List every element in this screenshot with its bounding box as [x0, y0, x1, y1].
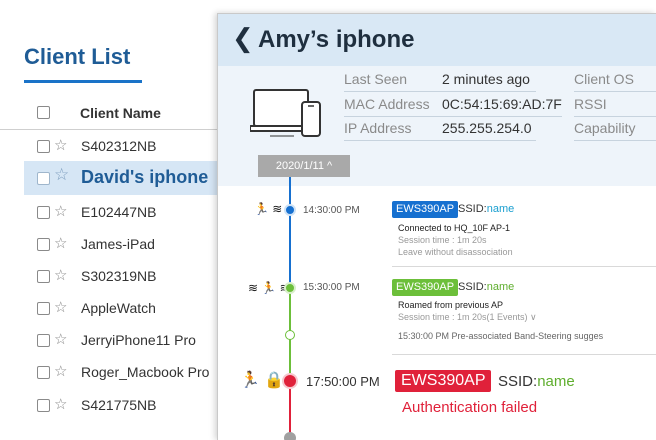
last-seen-value: 2 minutes ago — [442, 71, 530, 87]
star-icon[interactable]: ☆ — [54, 395, 67, 415]
column-header-client-name[interactable]: Client Name — [80, 105, 161, 121]
rssi-label: RSSI — [574, 96, 607, 112]
star-icon[interactable]: ☆ — [54, 165, 69, 185]
client-detail-panel: ❮ Amy’s iphone Last Seen 2 minutes ago C… — [217, 13, 656, 440]
star-icon[interactable]: ☆ — [54, 298, 67, 318]
row-checkbox[interactable] — [37, 172, 50, 185]
list-item[interactable]: ☆ James-iPad — [24, 229, 220, 261]
mac-address-value: 0C:54:15:69:AD:7F — [442, 96, 562, 112]
divider — [392, 266, 656, 267]
client-name[interactable]: S302319NB — [81, 268, 157, 284]
timeline-dot[interactable] — [282, 373, 298, 389]
star-icon[interactable]: ☆ — [54, 202, 67, 222]
row-checkbox[interactable] — [37, 206, 50, 219]
detail-header: ❮ Amy’s iphone — [218, 14, 656, 66]
event-time: 15:30:00 PM — [303, 282, 360, 293]
session-time: Session time : 1m 20s — [398, 235, 487, 245]
timeline-line — [289, 177, 291, 207]
timeline-dot-end — [284, 432, 296, 440]
laptop-phone-icon — [250, 89, 321, 137]
ip-address-value: 255.255.254.0 — [442, 120, 532, 136]
auth-failed-message: Authentication failed — [402, 399, 538, 416]
row-checkbox[interactable] — [37, 238, 50, 251]
ap-badge[interactable]: EWS390AP — [395, 370, 492, 392]
info-row-last-seen: Last Seen 2 minutes ago — [344, 70, 536, 92]
row-checkbox[interactable] — [37, 366, 50, 379]
last-seen-label: Last Seen — [344, 71, 408, 87]
client-name[interactable]: E102447NB — [81, 204, 157, 220]
list-item[interactable]: ☆ Roger_Macbook Pro — [24, 357, 220, 389]
info-row-mac: MAC Address 0C:54:15:69:AD:7F — [344, 95, 562, 117]
row-checkbox[interactable] — [37, 140, 50, 153]
sub-event-dot — [285, 330, 295, 340]
list-item[interactable]: ☆ JerryiPhone11 Pro — [24, 325, 220, 357]
row-checkbox[interactable] — [37, 270, 50, 283]
info-row-ip: IP Address 255.255.254.0 — [344, 119, 536, 141]
ssid-text: SSID:name — [458, 281, 515, 293]
timeline-dot[interactable] — [284, 282, 296, 294]
star-icon[interactable]: ☆ — [54, 266, 67, 286]
event-note: Leave without disassociation — [398, 247, 513, 257]
client-name[interactable]: Roger_Macbook Pro — [81, 364, 209, 380]
event-time: 17:50:00 PM — [306, 374, 380, 389]
star-icon[interactable]: ☆ — [54, 330, 67, 350]
client-list-panel: Client List Client Name ☆ S402312NB ☆ Da… — [0, 0, 220, 440]
date-chip-toggle[interactable]: 2020/1/11 ^ — [258, 155, 350, 177]
capability-label: Capability — [574, 120, 636, 136]
client-name[interactable]: S421775NB — [81, 397, 157, 413]
client-title: Amy’s iphone — [258, 26, 415, 53]
star-icon[interactable]: ☆ — [54, 362, 67, 382]
client-name[interactable]: JerryiPhone11 Pro — [81, 332, 196, 348]
event-status-icons: 🏃 ≋ — [254, 202, 283, 216]
timeline-line — [289, 213, 291, 287]
event-description: Connected to HQ_10F AP-1 — [398, 223, 511, 233]
timeline-dot[interactable] — [284, 204, 296, 216]
list-item[interactable]: ☆ E102447NB — [24, 197, 220, 229]
client-name[interactable]: AppleWatch — [81, 300, 156, 316]
client-list-header: Client Name — [0, 96, 220, 130]
list-item-selected[interactable]: ☆ David's iphone — [24, 161, 220, 195]
list-item[interactable]: ☆ AppleWatch — [24, 293, 220, 325]
event-time: 14:30:00 PM — [303, 205, 360, 216]
star-icon[interactable]: ☆ — [54, 136, 67, 156]
ip-address-label: IP Address — [344, 120, 412, 136]
page-title: Client List — [24, 44, 131, 69]
select-all-checkbox[interactable] — [37, 106, 50, 119]
info-row-capability: Capability — [574, 119, 656, 141]
list-item[interactable]: ☆ S402312NB — [24, 131, 220, 163]
mac-address-label: MAC Address — [344, 96, 430, 112]
ssid-text: SSID:name — [498, 373, 575, 390]
ap-badge[interactable]: EWS390AP — [392, 279, 459, 296]
info-row-client-os: Client OS — [574, 70, 656, 92]
row-checkbox[interactable] — [37, 334, 50, 347]
client-name[interactable]: S402312NB — [81, 138, 157, 154]
ssid-text: SSID:name — [458, 203, 515, 215]
row-checkbox[interactable] — [37, 399, 50, 412]
divider — [392, 354, 656, 355]
client-name[interactable]: David's iphone — [81, 167, 208, 188]
client-os-label: Client OS — [574, 71, 634, 87]
back-chevron-icon[interactable]: ❮ — [232, 24, 254, 52]
sub-event-text: 15:30:00 PM Pre-associated Band-Steering… — [398, 331, 604, 341]
info-row-rssi: RSSI — [574, 95, 656, 117]
event-status-icons: 🏃 🔒 — [240, 372, 285, 389]
star-icon[interactable]: ☆ — [54, 234, 67, 254]
event-description: Roamed from previous AP — [398, 300, 504, 310]
session-time-expand[interactable]: Session time : 1m 20s(1 Events) ∨ — [398, 312, 537, 323]
ap-badge[interactable]: EWS390AP — [392, 201, 459, 218]
client-name[interactable]: James-iPad — [81, 236, 155, 252]
row-checkbox[interactable] — [37, 302, 50, 315]
list-item[interactable]: ☆ S302319NB — [24, 261, 220, 293]
title-underline — [24, 80, 142, 83]
list-item[interactable]: ☆ S421775NB — [24, 390, 220, 422]
